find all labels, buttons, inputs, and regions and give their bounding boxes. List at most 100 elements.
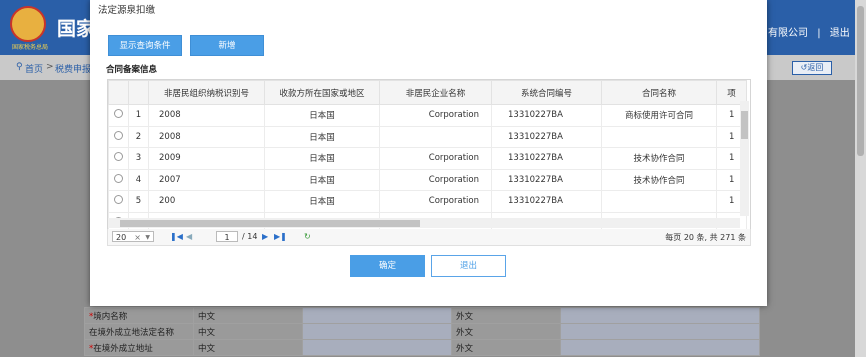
row-index: 4 (128, 168, 149, 191)
grid-vscroll-thumb[interactable] (741, 111, 748, 139)
col-contract-no[interactable]: 系统合同编号 (491, 80, 602, 105)
breadcrumb-separator: > (46, 62, 54, 72)
cell-contract-no: 13310227BA (491, 168, 602, 191)
row-radio[interactable] (108, 190, 129, 213)
back-button-label: 返回 (807, 63, 824, 72)
cell-contract-name (601, 190, 717, 213)
prev-page-icon[interactable]: ◀ (186, 232, 192, 241)
tax-emblem-icon (10, 6, 46, 42)
col-index (128, 80, 149, 105)
breadcrumb-home[interactable]: 首页 (25, 62, 43, 75)
cell-tax-id: 2009 (148, 147, 265, 170)
pagination-bar: 20 × ▼ ❚◀ ◀ 1 / 14 ▶ ▶❚ ↻ 每页 20 条, 共 271 条 (107, 229, 751, 246)
show-query-button[interactable]: 显示查询条件 (108, 35, 182, 56)
withholding-dialog: 法定源泉扣缴 显示查询条件 新增 合同备案信息 非居民组织纳税识别号 收款方所在… (90, 0, 767, 306)
company-name: 有限公司 (768, 28, 808, 39)
table-row[interactable]: 4 2007 日本国 Corporation 13310227BA 技术协作合同… (108, 168, 747, 191)
cell-country: 日本国 (264, 168, 380, 191)
row-radio[interactable] (108, 104, 129, 127)
row-radio[interactable] (108, 125, 129, 148)
back-button[interactable]: ↺返回 (792, 61, 832, 75)
page-size-value: 20 (116, 233, 127, 242)
row-radio[interactable] (108, 168, 129, 191)
radio-icon[interactable] (114, 195, 123, 205)
col-company-name[interactable]: 非居民企业名称 (379, 80, 492, 105)
contract-grid: 非居民组织纳税识别号 收款方所在国家或地区 非居民企业名称 系统合同编号 合同名… (107, 79, 751, 231)
cn-name-field[interactable] (302, 307, 452, 324)
table-row[interactable]: 5 200 日本国 Corporation 13310227BA 1 (108, 190, 747, 213)
en-legal-name-field[interactable] (560, 323, 760, 340)
table-row[interactable]: 1 2008 日本国 Corporation 13310227BA 商标使用许可… (108, 104, 747, 127)
exit-button[interactable]: 退出 (431, 255, 506, 277)
cell-contract-no: 13310227BA (491, 104, 602, 127)
table-row[interactable]: 2 2008 日本国 13310227BA 1 (108, 125, 747, 148)
page-scrollbar-thumb[interactable] (857, 6, 864, 156)
registration-form: *境内名称 中文 外文 在境外成立地法定名称 中文 外文 *在境外成立地址 中文… (84, 307, 760, 357)
lang-cn-label: 中文 (193, 339, 303, 356)
cell-tax-id: 2007 (148, 168, 265, 191)
first-page-icon[interactable]: ❚◀ (170, 232, 183, 241)
cell-company-name (379, 125, 492, 148)
logo-text: 国家税务总局 (11, 44, 48, 51)
cell-contract-no: 13310227BA (491, 190, 602, 213)
confirm-button[interactable]: 确定 (350, 255, 425, 277)
add-button[interactable]: 新增 (190, 35, 264, 56)
cell-company-name: Corporation (379, 190, 492, 213)
form-label-text: 在境外成立地法定名称 (89, 327, 175, 338)
row-index: 3 (128, 147, 149, 170)
radio-icon[interactable] (114, 109, 123, 119)
form-label: 在境外成立地法定名称 (84, 323, 194, 340)
cell-country: 日本国 (264, 147, 380, 170)
row-index: 5 (128, 190, 149, 213)
clear-icon[interactable]: × (134, 232, 141, 243)
lang-en-label: 外文 (451, 323, 561, 340)
cell-contract-no: 13310227BA (491, 147, 602, 170)
cell-contract-name (601, 125, 717, 148)
radio-icon[interactable] (114, 173, 123, 183)
col-tax-id[interactable]: 非居民组织纳税识别号 (148, 80, 265, 105)
chevron-down-icon[interactable]: ▼ (145, 232, 150, 243)
row-index: 1 (128, 104, 149, 127)
grid-vertical-scrollbar[interactable] (740, 101, 749, 216)
page-number-input[interactable]: 1 (216, 231, 238, 242)
lang-cn-label: 中文 (193, 307, 303, 324)
cell-tax-id: 2008 (148, 104, 265, 127)
page-scrollbar[interactable] (855, 0, 866, 357)
row-index: 2 (128, 125, 149, 148)
cn-legal-name-field[interactable] (302, 323, 452, 340)
table-row[interactable]: 3 2009 日本国 Corporation 13310227BA 技术协作合同… (108, 147, 747, 170)
grid-horizontal-scrollbar[interactable] (108, 218, 740, 228)
form-row: *境内名称 中文 外文 (84, 307, 760, 324)
col-select (108, 80, 129, 105)
en-address-field[interactable] (560, 339, 760, 356)
page-size-select[interactable]: 20 × ▼ (112, 231, 154, 242)
form-label-text: 境内名称 (93, 311, 128, 322)
cn-address-field[interactable] (302, 339, 452, 356)
pagination-summary: 每页 20 条, 共 271 条 (665, 233, 746, 242)
last-page-icon[interactable]: ▶❚ (274, 232, 287, 241)
form-label: *境内名称 (84, 307, 194, 324)
col-contract-name[interactable]: 合同名称 (601, 80, 717, 105)
cell-country: 日本国 (264, 104, 380, 127)
col-country[interactable]: 收款方所在国家或地区 (264, 80, 380, 105)
en-name-field[interactable] (560, 307, 760, 324)
user-area: 有限公司 | 退出 (768, 24, 856, 39)
grid-hscroll-thumb[interactable] (120, 220, 420, 227)
logout-link[interactable]: 退出 (830, 28, 850, 39)
cell-country: 日本国 (264, 190, 380, 213)
cell-company-name: Corporation (379, 104, 492, 127)
lang-en-label: 外文 (451, 307, 561, 324)
radio-icon[interactable] (114, 130, 123, 140)
grid-header-row: 非居民组织纳税识别号 收款方所在国家或地区 非居民企业名称 系统合同编号 合同名… (108, 80, 747, 105)
cell-contract-name: 技术协作合同 (601, 168, 717, 191)
radio-icon[interactable] (114, 152, 123, 162)
row-radio[interactable] (108, 147, 129, 170)
refresh-icon[interactable]: ↻ (304, 232, 311, 241)
cell-tax-id: 200 (148, 190, 265, 213)
next-page-icon[interactable]: ▶ (262, 232, 268, 241)
header-separator: | (817, 28, 821, 39)
section-title: 合同备案信息 (106, 65, 158, 75)
cell-contract-no: 13310227BA (491, 125, 602, 148)
page-total: / 14 (242, 232, 258, 241)
location-pin-icon: ⚲ (16, 62, 23, 72)
